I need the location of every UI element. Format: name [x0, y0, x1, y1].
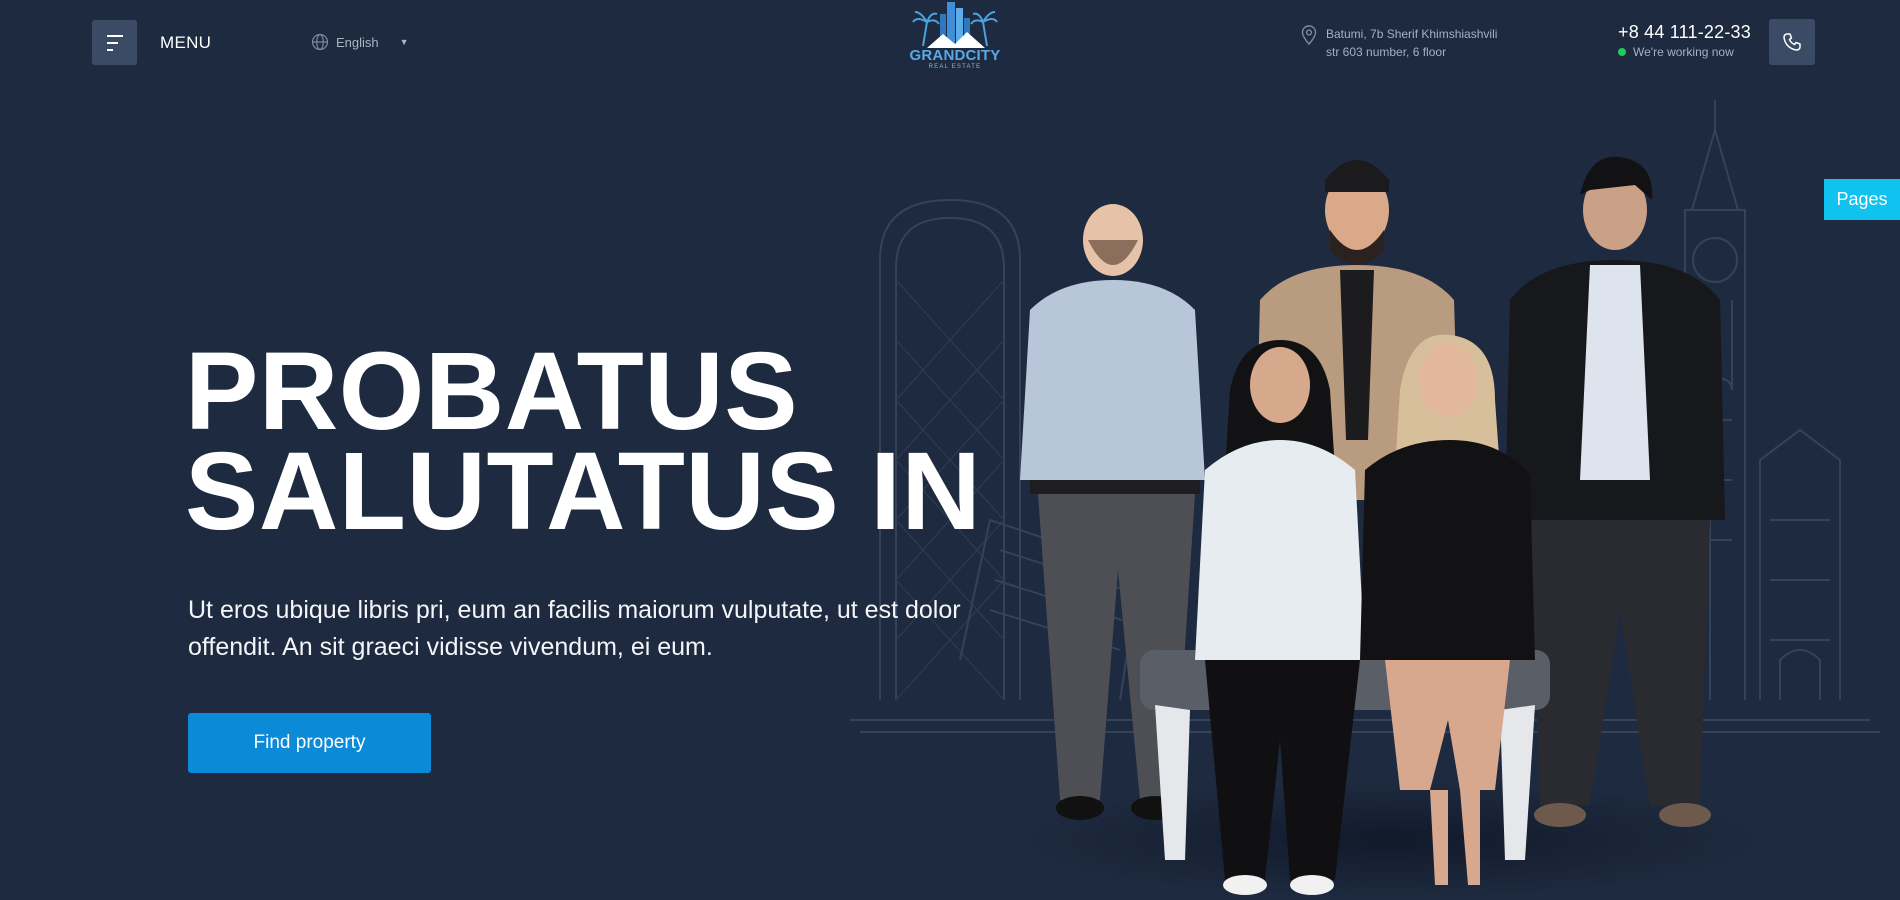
- online-status-dot: [1618, 48, 1626, 56]
- hero-title-line-1: PROBATUS: [185, 330, 799, 453]
- person-5: [1505, 156, 1725, 827]
- logo-tagline: REAL ESTATE: [928, 64, 982, 70]
- phone-number[interactable]: +8 44 111-22-33: [1618, 22, 1751, 43]
- find-property-button[interactable]: Find property: [188, 713, 431, 773]
- logo-emblem: [912, 2, 998, 48]
- address-line-1: Batumi, 7b Sherif Khimshiashvili: [1326, 27, 1498, 41]
- language-selector[interactable]: English ▼: [311, 33, 409, 51]
- menu-label[interactable]: MENU: [160, 33, 211, 53]
- address-line-2: str 603 number, 6 floor: [1326, 45, 1447, 59]
- hero-title-line-2: SALUTATUS IN: [185, 430, 982, 553]
- working-status: We're working now: [1618, 45, 1751, 59]
- logo[interactable]: GRANDCITY REAL ESTATE: [905, 0, 1005, 82]
- hero-title: PROBATUS SALUTATUS IN: [185, 330, 982, 553]
- phone-block: +8 44 111-22-33 We're working now: [1618, 22, 1751, 59]
- hamburger-icon: [106, 34, 123, 51]
- working-status-label: We're working now: [1633, 45, 1734, 59]
- logo-name: GRANDCITY: [909, 47, 1001, 64]
- call-button[interactable]: [1769, 19, 1815, 65]
- office-address: Batumi, 7b Sherif Khimshiashvili str 603…: [1301, 25, 1497, 61]
- globe-icon: [311, 33, 329, 51]
- menu-button[interactable]: [92, 20, 137, 65]
- location-pin-icon: [1301, 25, 1317, 45]
- chevron-down-icon: ▼: [399, 37, 409, 47]
- hero-description: Ut eros ubique libris pri, eum an facili…: [188, 596, 961, 661]
- phone-icon: [1783, 33, 1801, 51]
- language-label: English: [336, 34, 379, 50]
- team-photo: [1010, 156, 1770, 900]
